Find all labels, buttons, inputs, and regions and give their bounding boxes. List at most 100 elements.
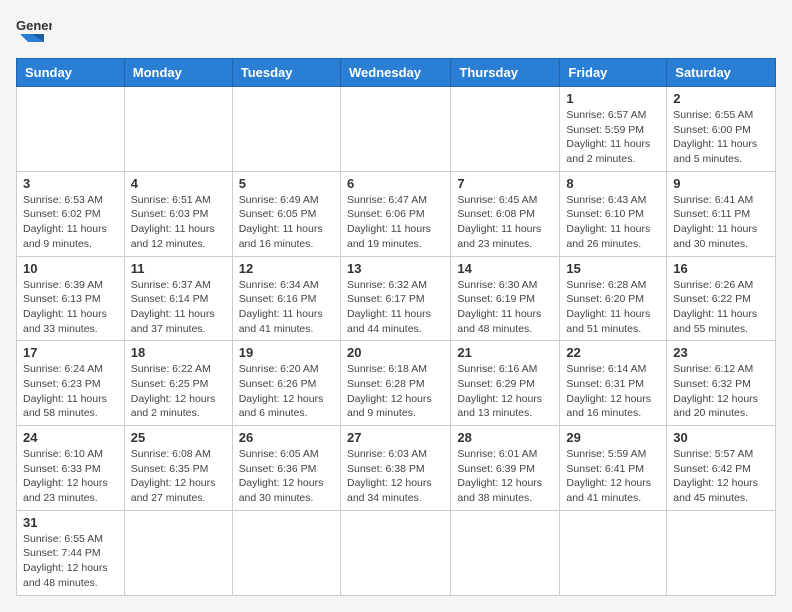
day-info: Sunrise: 6:28 AM Sunset: 6:20 PM Dayligh… xyxy=(566,278,660,337)
calendar-cell: 11 Sunrise: 6:37 AM Sunset: 6:14 PM Dayli… xyxy=(124,256,232,341)
day-info: Sunrise: 6:53 AM Sunset: 6:02 PM Dayligh… xyxy=(23,193,118,252)
day-number: 28 xyxy=(457,430,553,445)
day-number: 18 xyxy=(131,345,226,360)
calendar-cell: 6 Sunrise: 6:47 AM Sunset: 6:06 PM Daylig… xyxy=(340,171,450,256)
calendar-cell: 26 Sunrise: 6:05 AM Sunset: 6:36 PM Dayli… xyxy=(232,426,340,511)
calendar-cell: 14 Sunrise: 6:30 AM Sunset: 6:19 PM Dayli… xyxy=(451,256,560,341)
day-number: 17 xyxy=(23,345,118,360)
day-info: Sunrise: 5:57 AM Sunset: 6:42 PM Dayligh… xyxy=(673,447,769,506)
page-header: General xyxy=(16,16,776,46)
day-info: Sunrise: 6:55 AM Sunset: 7:44 PM Dayligh… xyxy=(23,532,118,591)
day-info: Sunrise: 6:41 AM Sunset: 6:11 PM Dayligh… xyxy=(673,193,769,252)
calendar-cell xyxy=(340,87,450,172)
day-info: Sunrise: 6:39 AM Sunset: 6:13 PM Dayligh… xyxy=(23,278,118,337)
calendar-cell xyxy=(232,87,340,172)
day-info: Sunrise: 6:05 AM Sunset: 6:36 PM Dayligh… xyxy=(239,447,334,506)
day-number: 6 xyxy=(347,176,444,191)
day-number: 31 xyxy=(23,515,118,530)
day-info: Sunrise: 5:59 AM Sunset: 6:41 PM Dayligh… xyxy=(566,447,660,506)
calendar-cell xyxy=(232,510,340,595)
calendar-week-3: 10 Sunrise: 6:39 AM Sunset: 6:13 PM Dayli… xyxy=(17,256,776,341)
day-number: 16 xyxy=(673,261,769,276)
weekday-header-thursday: Thursday xyxy=(451,59,560,87)
calendar-cell: 2Sunrise: 6:55 AM Sunset: 6:00 PM Daylig… xyxy=(667,87,776,172)
day-number: 9 xyxy=(673,176,769,191)
calendar-cell: 15 Sunrise: 6:28 AM Sunset: 6:20 PM Dayli… xyxy=(560,256,667,341)
day-number: 24 xyxy=(23,430,118,445)
calendar-cell xyxy=(451,87,560,172)
day-number: 14 xyxy=(457,261,553,276)
calendar-week-5: 24 Sunrise: 6:10 AM Sunset: 6:33 PM Dayli… xyxy=(17,426,776,511)
day-number: 29 xyxy=(566,430,660,445)
calendar-cell: 8 Sunrise: 6:43 AM Sunset: 6:10 PM Daylig… xyxy=(560,171,667,256)
calendar-cell: 28 Sunrise: 6:01 AM Sunset: 6:39 PM Dayli… xyxy=(451,426,560,511)
weekday-header-row: SundayMondayTuesdayWednesdayThursdayFrid… xyxy=(17,59,776,87)
calendar-cell: 24 Sunrise: 6:10 AM Sunset: 6:33 PM Dayli… xyxy=(17,426,125,511)
day-info: Sunrise: 6:10 AM Sunset: 6:33 PM Dayligh… xyxy=(23,447,118,506)
day-number: 11 xyxy=(131,261,226,276)
day-info: Sunrise: 6:43 AM Sunset: 6:10 PM Dayligh… xyxy=(566,193,660,252)
calendar-cell: 4Sunrise: 6:51 AM Sunset: 6:03 PM Daylig… xyxy=(124,171,232,256)
calendar-cell: 5 Sunrise: 6:49 AM Sunset: 6:05 PM Daylig… xyxy=(232,171,340,256)
day-number: 30 xyxy=(673,430,769,445)
calendar-cell xyxy=(124,87,232,172)
calendar-cell: 30 Sunrise: 5:57 AM Sunset: 6:42 PM Dayli… xyxy=(667,426,776,511)
day-info: Sunrise: 6:20 AM Sunset: 6:26 PM Dayligh… xyxy=(239,362,334,421)
calendar-cell: 1Sunrise: 6:57 AM Sunset: 5:59 PM Daylig… xyxy=(560,87,667,172)
calendar-cell: 17Sunrise: 6:24 AM Sunset: 6:23 PM Dayli… xyxy=(17,341,125,426)
day-info: Sunrise: 6:37 AM Sunset: 6:14 PM Dayligh… xyxy=(131,278,226,337)
svg-text:General: General xyxy=(16,18,52,33)
day-number: 15 xyxy=(566,261,660,276)
day-info: Sunrise: 6:47 AM Sunset: 6:06 PM Dayligh… xyxy=(347,193,444,252)
calendar-cell: 21Sunrise: 6:16 AM Sunset: 6:29 PM Dayli… xyxy=(451,341,560,426)
logo: General xyxy=(16,16,56,46)
calendar-cell: 9 Sunrise: 6:41 AM Sunset: 6:11 PM Daylig… xyxy=(667,171,776,256)
day-info: Sunrise: 6:01 AM Sunset: 6:39 PM Dayligh… xyxy=(457,447,553,506)
day-info: Sunrise: 6:51 AM Sunset: 6:03 PM Dayligh… xyxy=(131,193,226,252)
calendar-week-2: 3 Sunrise: 6:53 AM Sunset: 6:02 PM Daylig… xyxy=(17,171,776,256)
day-info: Sunrise: 6:30 AM Sunset: 6:19 PM Dayligh… xyxy=(457,278,553,337)
calendar-cell: 12Sunrise: 6:34 AM Sunset: 6:16 PM Dayli… xyxy=(232,256,340,341)
calendar-cell: 18 Sunrise: 6:22 AM Sunset: 6:25 PM Dayli… xyxy=(124,341,232,426)
day-number: 5 xyxy=(239,176,334,191)
calendar-cell: 31 Sunrise: 6:55 AM Sunset: 7:44 PM Dayli… xyxy=(17,510,125,595)
day-number: 1 xyxy=(566,91,660,106)
weekday-header-sunday: Sunday xyxy=(17,59,125,87)
calendar-cell: 29 Sunrise: 5:59 AM Sunset: 6:41 PM Dayli… xyxy=(560,426,667,511)
day-info: Sunrise: 6:08 AM Sunset: 6:35 PM Dayligh… xyxy=(131,447,226,506)
calendar-cell xyxy=(17,87,125,172)
day-number: 10 xyxy=(23,261,118,276)
day-number: 13 xyxy=(347,261,444,276)
day-number: 12 xyxy=(239,261,334,276)
calendar-cell xyxy=(451,510,560,595)
calendar-cell xyxy=(667,510,776,595)
day-number: 3 xyxy=(23,176,118,191)
day-number: 22 xyxy=(566,345,660,360)
day-number: 7 xyxy=(457,176,553,191)
calendar-table: SundayMondayTuesdayWednesdayThursdayFrid… xyxy=(16,58,776,596)
calendar-week-4: 17Sunrise: 6:24 AM Sunset: 6:23 PM Dayli… xyxy=(17,341,776,426)
calendar-cell: 13Sunrise: 6:32 AM Sunset: 6:17 PM Dayli… xyxy=(340,256,450,341)
weekday-header-friday: Friday xyxy=(560,59,667,87)
day-number: 23 xyxy=(673,345,769,360)
day-info: Sunrise: 6:14 AM Sunset: 6:31 PM Dayligh… xyxy=(566,362,660,421)
logo-icon: General xyxy=(16,16,52,46)
calendar-cell: 23 Sunrise: 6:12 AM Sunset: 6:32 PM Dayli… xyxy=(667,341,776,426)
day-number: 20 xyxy=(347,345,444,360)
calendar-cell: 7 Sunrise: 6:45 AM Sunset: 6:08 PM Daylig… xyxy=(451,171,560,256)
day-info: Sunrise: 6:12 AM Sunset: 6:32 PM Dayligh… xyxy=(673,362,769,421)
day-info: Sunrise: 6:49 AM Sunset: 6:05 PM Dayligh… xyxy=(239,193,334,252)
day-info: Sunrise: 6:55 AM Sunset: 6:00 PM Dayligh… xyxy=(673,108,769,167)
day-number: 8 xyxy=(566,176,660,191)
calendar-cell xyxy=(560,510,667,595)
calendar-week-1: 1Sunrise: 6:57 AM Sunset: 5:59 PM Daylig… xyxy=(17,87,776,172)
day-info: Sunrise: 6:45 AM Sunset: 6:08 PM Dayligh… xyxy=(457,193,553,252)
day-number: 26 xyxy=(239,430,334,445)
day-info: Sunrise: 6:22 AM Sunset: 6:25 PM Dayligh… xyxy=(131,362,226,421)
calendar-cell: 3 Sunrise: 6:53 AM Sunset: 6:02 PM Daylig… xyxy=(17,171,125,256)
day-number: 19 xyxy=(239,345,334,360)
calendar-cell: 20Sunrise: 6:18 AM Sunset: 6:28 PM Dayli… xyxy=(340,341,450,426)
weekday-header-saturday: Saturday xyxy=(667,59,776,87)
calendar-cell: 22 Sunrise: 6:14 AM Sunset: 6:31 PM Dayli… xyxy=(560,341,667,426)
day-number: 21 xyxy=(457,345,553,360)
